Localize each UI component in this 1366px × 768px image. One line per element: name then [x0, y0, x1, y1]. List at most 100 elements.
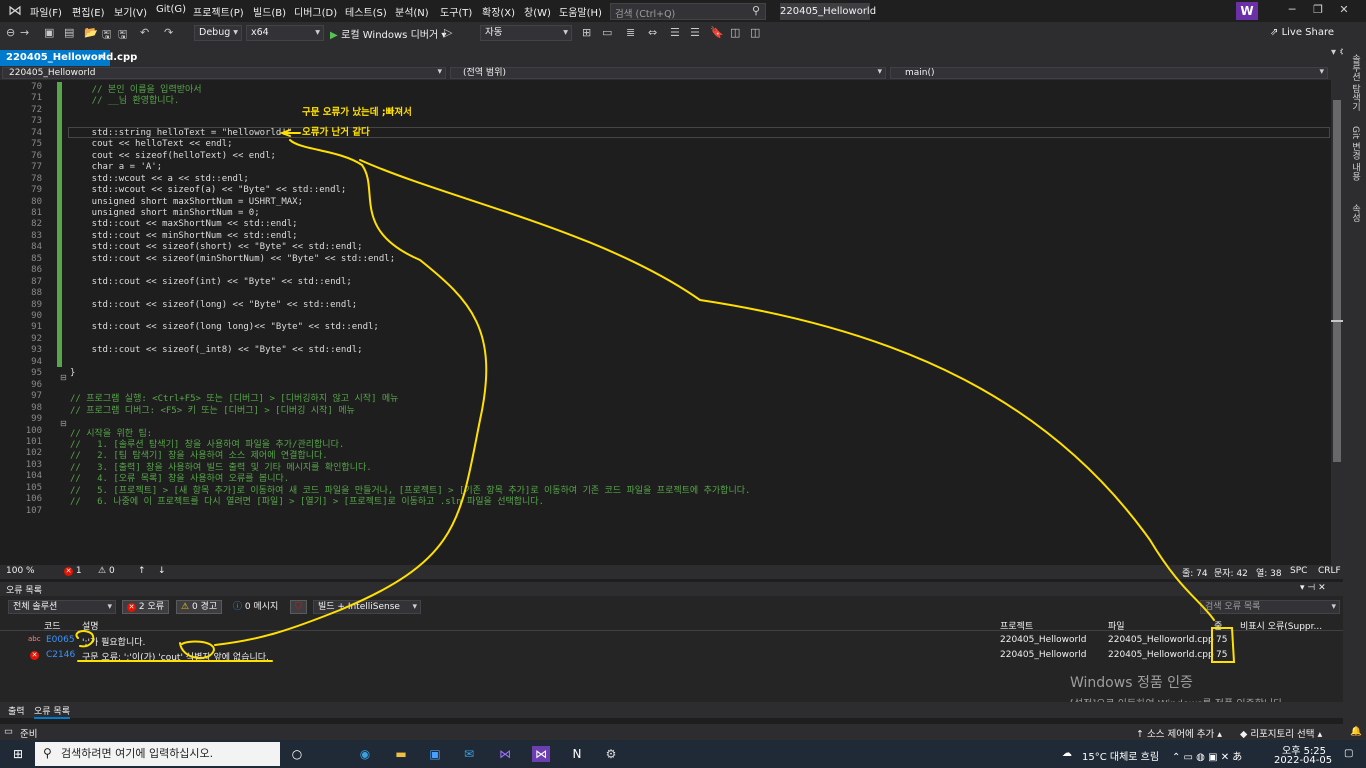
taskbar-search-input[interactable]: 검색하려면 여기에 입력하십시오. — [35, 742, 280, 766]
code-line[interactable]: std::cout << sizeof(long long)<< "Byte" … — [70, 322, 379, 332]
code-line[interactable]: std::cout << sizeof(long) << "Byte" << s… — [70, 300, 358, 310]
start-without-debug-icon[interactable]: ▷ — [444, 26, 452, 39]
toolbar-tool-icon[interactable]: ⇔ — [648, 26, 657, 39]
maximize-icon[interactable]: ❐ — [1308, 3, 1328, 16]
navigate-forward-icon[interactable]: → — [20, 26, 29, 39]
zoom-level[interactable]: 100 % — [6, 566, 35, 576]
weather-icon[interactable]: ☁ — [1062, 748, 1072, 759]
column-code[interactable]: 코드 — [44, 619, 61, 632]
mode-dropdown[interactable]: 자동 — [480, 25, 572, 41]
visual-studio-icon[interactable]: ⋈ — [496, 746, 514, 762]
whitespace-indicator[interactable]: SPC — [1290, 566, 1307, 576]
fold-icon[interactable]: ⊟ — [60, 373, 67, 382]
save-icon[interactable]: 🖫 — [102, 26, 111, 45]
source-control-button[interactable]: ↑ 소스 제어에 추가 ▴ — [1136, 726, 1222, 740]
toolbar-tool-icon[interactable]: ☰ — [690, 26, 700, 39]
code-line[interactable]: } — [70, 368, 75, 378]
git-changes-tab[interactable]: Git 변경 내용 — [1349, 126, 1362, 181]
windows-start-icon[interactable]: ⊞ — [9, 746, 27, 762]
code-line[interactable]: std::wcout << a << std::endl; — [70, 174, 249, 184]
code-line[interactable]: unsigned short minShortNum = 0; — [70, 208, 260, 218]
toolbar-tool-icon[interactable]: ≣ — [626, 26, 635, 39]
tab-document[interactable]: 220405_Helloworld.cpp × — [0, 50, 137, 66]
error-count[interactable]: ✕ 1 — [64, 566, 82, 576]
weather[interactable]: 15°C 대체로 흐림 — [1082, 748, 1159, 763]
error-code[interactable]: C2146 — [46, 650, 75, 660]
error-list-search-input[interactable]: 검색 오류 목록 — [1200, 600, 1340, 614]
tab-output[interactable]: 출력 — [8, 704, 25, 717]
panel-options-icon[interactable]: ▾ ⊣ ✕ — [1300, 583, 1326, 593]
error-code[interactable]: E0065 — [46, 635, 75, 645]
column-suppression[interactable]: 비표시 오류(Suppr... — [1240, 619, 1322, 632]
code-line[interactable]: std::string helloText = "helloworld!" — [70, 128, 293, 138]
task-view-icon[interactable]: ○ — [288, 746, 306, 762]
platform-dropdown[interactable]: x64 — [246, 25, 324, 41]
line-ending-indicator[interactable]: CRLF — [1318, 566, 1341, 576]
column-line[interactable]: 줄 — [1214, 619, 1222, 632]
code-line[interactable]: // __님 환영합니다. — [70, 93, 180, 106]
scope-dropdown[interactable]: (전역 범위) — [450, 67, 886, 79]
menu-item[interactable]: Git(G) — [156, 4, 186, 15]
table-row[interactable]: ✕ C2146 구문 오류: ';'이(가) 'cout' 식별자 앞에 없습니다.… — [0, 648, 1343, 663]
clock-date[interactable]: 2022-04-05 — [1274, 755, 1332, 766]
vertical-scrollbar[interactable] — [1331, 80, 1343, 565]
menu-item[interactable]: 파일(F) — [30, 4, 62, 19]
code-line[interactable]: unsigned short maxShortNum = USHRT_MAX; — [70, 197, 303, 207]
mail-icon[interactable]: ✉ — [460, 746, 478, 762]
code-line[interactable]: std::cout << sizeof(short) << "Byte" << … — [70, 242, 363, 252]
code-line[interactable]: // 프로그램 디버그: <F5> 키 또는 [디버그] > [디버깅 시작] … — [70, 403, 355, 416]
code-line[interactable]: std::cout << sizeof(int) << "Byte" << st… — [70, 277, 352, 287]
code-line[interactable]: cout << sizeof(helloText) << endl; — [70, 151, 276, 161]
tab-close-icon[interactable]: × — [98, 50, 106, 66]
properties-tab[interactable]: 속성 — [1349, 204, 1362, 222]
tray-icons[interactable]: ⌃ ▭ ◍ ▣ ✕ あ — [1172, 748, 1242, 763]
save-all-icon[interactable]: 🖫 — [118, 26, 127, 45]
navigate-back-icon[interactable]: ⊖ — [6, 26, 15, 39]
menu-item[interactable]: 도구(T) — [440, 4, 472, 19]
fold-icon[interactable]: ⊟ — [60, 419, 67, 428]
open-file-icon[interactable]: 📂 — [84, 26, 98, 39]
filter-icon[interactable]: ⛉ — [290, 600, 307, 614]
menu-item[interactable]: 빌드(B) — [253, 4, 286, 19]
scroll-thumb[interactable] — [1333, 100, 1341, 462]
live-share-button[interactable]: ⇗ Live Share — [1270, 27, 1334, 38]
tab-error-list[interactable]: 오류 목록 — [34, 704, 70, 719]
repository-button[interactable]: ◆ 리포지토리 선택 ▴ — [1240, 726, 1322, 740]
toolbar-tool-icon[interactable]: ⊞ — [582, 26, 591, 39]
function-dropdown[interactable]: main() — [890, 67, 1328, 79]
code-line[interactable]: std::wcout << sizeof(a) << "Byte" << std… — [70, 185, 347, 195]
redo-icon[interactable]: ↷ — [164, 26, 173, 39]
menu-item[interactable]: 도움말(H) — [559, 4, 602, 19]
avatar[interactable]: W — [1236, 2, 1258, 20]
app-icon[interactable]: ⚙ — [602, 746, 620, 762]
notification-center-icon[interactable]: ▢ — [1344, 748, 1353, 759]
code-line[interactable]: std::cout << maxShortNum << std::endl; — [70, 219, 298, 229]
menu-item[interactable]: 보기(V) — [114, 4, 147, 19]
code-editor[interactable]: 70 71 72 73 74 75 76 77 78 79 80 81 82 83 84 85 86 87 88 89… — [0, 80, 1343, 565]
table-row[interactable]: abc E0065 ';'가 필요합니다. 220405_Helloworld 2204… — [0, 633, 1343, 648]
scope-filter-dropdown[interactable]: 전체 솔루션 — [8, 600, 116, 614]
file-explorer-icon[interactable]: ▬ — [392, 746, 410, 762]
column-description[interactable]: 설명 — [82, 619, 99, 632]
search-input[interactable]: 검색 (Ctrl+Q) ⚲ — [610, 3, 766, 20]
next-issue-icon[interactable]: ↓ — [158, 566, 166, 576]
menu-item[interactable]: 분석(N) — [395, 4, 429, 19]
warnings-filter-button[interactable]: ⚠ 0 경고 — [176, 600, 223, 614]
new-item-icon[interactable]: ▤ — [64, 26, 74, 39]
toolbar-tool-icon[interactable]: ☰ — [670, 26, 680, 39]
code-line[interactable]: char a = 'A'; — [70, 162, 162, 172]
previous-issue-icon[interactable]: ↑ — [138, 566, 146, 576]
bookmark-icon[interactable]: ◫ — [730, 26, 740, 39]
bookmark-icon[interactable]: ◫ — [750, 26, 760, 39]
code-line[interactable]: cout << helloText << endl; — [70, 139, 233, 149]
code-line[interactable]: std::cout << sizeof(_int8) << "Byte" << … — [70, 345, 363, 355]
errors-filter-button[interactable]: ✕ 2 오류 — [122, 600, 170, 614]
visual-studio-active-icon[interactable]: ⋈ — [532, 746, 550, 762]
code-line[interactable]: // 6. 나중에 이 프로젝트를 다시 열려면 [파일] > [열기] > [… — [70, 494, 544, 507]
undo-icon[interactable]: ↶ — [140, 26, 149, 39]
toolbar-tool-icon[interactable]: ▭ — [602, 26, 612, 39]
column-project[interactable]: 프로젝트 — [1000, 619, 1033, 632]
menu-item[interactable]: 테스트(S) — [345, 4, 387, 19]
start-debug-button[interactable]: ▶ 로컬 Windows 디버거 ▾ — [330, 26, 446, 41]
notion-icon[interactable]: N — [568, 746, 586, 762]
